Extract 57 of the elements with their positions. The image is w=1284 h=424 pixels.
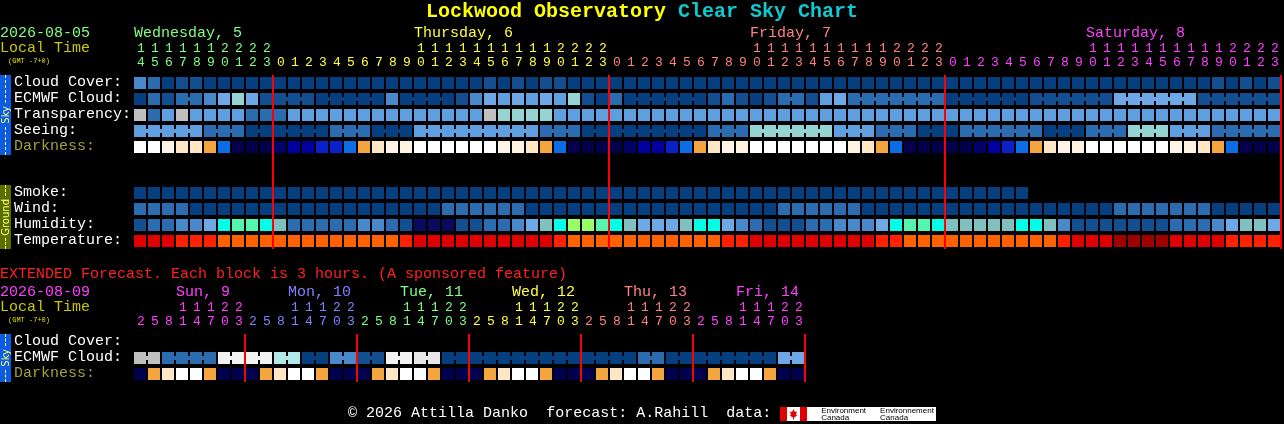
hour-label: 2 5 8 1 4 7 0 3	[248, 315, 355, 329]
hour-label: 2 5 8 1 4 7 0 3	[136, 315, 243, 329]
hour-label: 2 5 8 1 4 7 0 3	[696, 315, 803, 329]
hour-tens-label: 1 1 1 2 2	[290, 301, 354, 315]
time-label: Local Time	[0, 301, 91, 315]
day-label: Mon, 10	[288, 285, 351, 301]
data-label: data:	[726, 406, 772, 422]
hour-tens-label: 1 1 1 1 1 1 1 1 1 1 2 2 2 2	[752, 42, 943, 56]
hour-label: 4 5 6 7 8 9 0 1 2 3	[136, 56, 271, 70]
time-label: Local Time	[0, 42, 91, 56]
row-label: Darkness:	[14, 366, 96, 382]
row-label: Transparency:	[14, 107, 133, 123]
forecast-credit: forecast: A.Rahill	[546, 406, 709, 422]
row-label: Cloud Cover:	[14, 75, 124, 91]
row-label: Temperature:	[14, 233, 124, 249]
day-label: Thu, 13	[624, 285, 687, 301]
row-label: Smoke:	[14, 185, 69, 201]
day-label: Wednesday, 5	[134, 26, 243, 42]
hour-label: 0 1 2 3 4 5 6 7 8 9 0 1 2 3 4 5 6 7 8 9 0 1 2 3	[276, 56, 607, 70]
day-label: Fri, 14	[736, 285, 799, 301]
hour-label: 0 1 2 3 4 5 6 7 8 9 0 1 2 3 4 5 6 7 8 9 0 1 2 3	[612, 56, 943, 70]
hour-label: 2 5 8 1 4 7 0 3	[360, 315, 467, 329]
hour-label: 2 5 8 1 4 7 0 3	[584, 315, 691, 329]
row-label: Cloud Cover:	[14, 334, 124, 350]
hour-tens-label: 1 1 1 2 2	[738, 301, 802, 315]
row-label: Wind:	[14, 201, 60, 217]
row-label: Darkness:	[14, 139, 96, 155]
day-label: Thursday, 6	[414, 26, 514, 42]
chart-title: Clear Sky Chart	[678, 0, 859, 23]
forecast-date: 2026-08-09	[0, 285, 91, 301]
day-label: Saturday, 8	[1086, 26, 1186, 42]
section-label: Ground	[0, 185, 11, 249]
hour-tens-label: 1 1 1 1 1 1 1 1 1 1 2 2 2 2	[416, 42, 607, 56]
day-label: Friday, 7	[750, 26, 831, 42]
copyright-text: © 2026 Attilla Danko	[348, 406, 529, 422]
row-label: ECMWF Cloud:	[14, 91, 124, 107]
row-label: ECMWF Cloud:	[14, 350, 124, 366]
extended-heading: EXTENDED Forecast. Each block is 3 hours. (A sponsored feature)	[0, 267, 569, 283]
hour-tens-label: 1 1 1 2 2	[178, 301, 242, 315]
site-title: Lockwood Observatory	[425, 0, 666, 23]
hour-tens-label: 1 1 1 2 2	[626, 301, 690, 315]
forecast-date: 2026-08-05	[0, 26, 91, 42]
hour-tens-label: 1 1 1 2 2	[514, 301, 578, 315]
logo-text: Environment Canada	[821, 407, 867, 421]
hour-tens-label: 1 1 1 2 2	[402, 301, 466, 315]
section-label: Sky	[0, 334, 11, 382]
hour-label: 2 5 8 1 4 7 0 3	[472, 315, 579, 329]
logo-text: Environnement Canada	[880, 407, 934, 421]
section-label: Sky	[0, 75, 11, 155]
day-label: Wed, 12	[512, 285, 575, 301]
day-label: Tue, 11	[400, 285, 463, 301]
day-label: Sun, 9	[176, 285, 230, 301]
hour-tens-label: 1 1 1 1 1 1 1 1 1 1 2 2 2 2	[1088, 42, 1279, 56]
row-label: Seeing:	[14, 123, 78, 139]
row-label: Humidity:	[14, 217, 96, 233]
hour-label: 0 1 2 3 4 5 6 7 8 9 0 1 2 3 4 5 6 7 8 9 0 1 2 3	[948, 56, 1279, 70]
hour-tens-label: 1 1 1 1 1 1 2 2 2 2	[136, 42, 271, 56]
